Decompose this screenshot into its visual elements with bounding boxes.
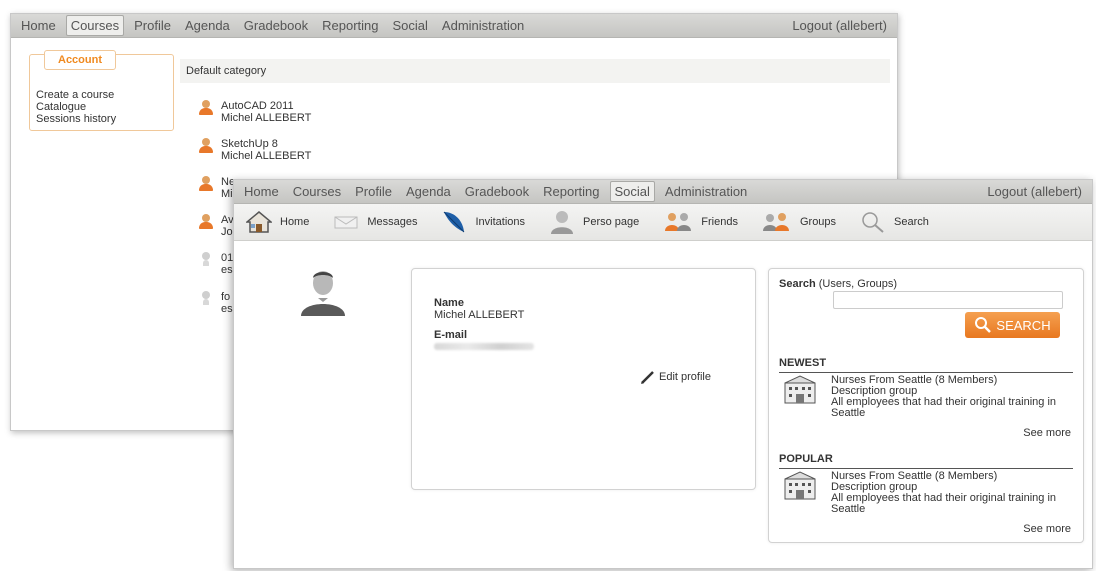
teacher-icon	[199, 100, 213, 116]
nav-administration[interactable]: Administration	[661, 182, 751, 201]
email-value	[434, 341, 534, 353]
popular-group[interactable]: Nurses From Seattle (8 Members) Descript…	[781, 471, 1061, 515]
name-label: Name	[434, 297, 464, 309]
search-input[interactable]	[833, 291, 1063, 309]
nav-gradebook[interactable]: Gradebook	[240, 16, 312, 35]
profile-avatar	[299, 268, 347, 321]
course-item[interactable]: Av Jo	[199, 214, 234, 238]
building-group-icon	[784, 471, 816, 500]
create-course-link[interactable]: Create a course	[36, 89, 116, 101]
avatar-icon	[301, 271, 345, 316]
course-name[interactable]: fo	[221, 291, 233, 303]
toolbar-home[interactable]: Home	[246, 210, 309, 234]
course-name[interactable]: Av	[221, 214, 234, 226]
search-button-label: SEARCH	[996, 317, 1051, 333]
nav-home[interactable]: Home	[17, 16, 60, 35]
magnifier-icon	[975, 317, 992, 333]
logout-link[interactable]: Logout (allebert)	[987, 184, 1082, 199]
top-nav: Home Courses Profile Agenda Gradebook Re…	[234, 180, 1092, 204]
social-toolbar: Home Messages Invitations Perso page Fri…	[234, 204, 1092, 241]
course-name[interactable]: AutoCAD 2011	[221, 100, 311, 112]
toolbar-home-label: Home	[280, 216, 310, 228]
teacher-icon	[199, 291, 213, 307]
logout-link[interactable]: Logout (allebert)	[792, 18, 887, 33]
toolbar-invitations[interactable]: Invitations	[441, 209, 525, 235]
course-item[interactable]: 01 es	[199, 252, 233, 276]
toolbar-messages[interactable]: Messages	[333, 214, 417, 230]
toolbar-perso-page-label: Perso page	[583, 216, 640, 228]
toolbar-friends-label: Friends	[701, 216, 738, 228]
social-window: Home Courses Profile Agenda Gradebook Re…	[233, 179, 1093, 569]
account-links: Create a course Catalogue Sessions histo…	[36, 89, 116, 125]
nav-reporting[interactable]: Reporting	[539, 182, 603, 201]
newest-title: NEWEST	[779, 357, 1073, 373]
pencil-icon	[641, 371, 654, 384]
nav-gradebook[interactable]: Gradebook	[461, 182, 533, 201]
nav-social[interactable]: Social	[609, 181, 655, 202]
search-panel: Search (Users, Groups) SEARCH NEWEST Nur…	[768, 268, 1084, 543]
toolbar-groups-label: Groups	[799, 216, 837, 228]
course-item[interactable]: Ne Mi	[199, 176, 235, 200]
email-label: E-mail	[434, 329, 468, 341]
nav-courses[interactable]: Courses	[65, 15, 125, 36]
course-item[interactable]: fo es	[199, 291, 233, 315]
search-label: Search (Users, Groups)	[779, 278, 897, 290]
course-name[interactable]: SketchUp 8	[221, 138, 311, 150]
toolbar-search[interactable]: Search	[860, 210, 929, 234]
course-teacher: es	[221, 303, 233, 315]
newest-see-more[interactable]: See more	[1023, 427, 1071, 439]
group-detail: All employees that had their original tr…	[831, 492, 1057, 515]
toolbar-friends[interactable]: Friends	[663, 211, 738, 233]
envelope-icon	[334, 216, 358, 229]
edit-profile-link[interactable]: Edit profile	[640, 369, 711, 385]
account-panel: Account Create a course Catalogue Sessio…	[29, 50, 174, 131]
teacher-icon	[199, 176, 213, 192]
toolbar-groups[interactable]: Groups	[762, 211, 836, 233]
top-nav: Home Courses Profile Agenda Gradebook Re…	[11, 14, 897, 38]
person-icon	[551, 211, 574, 234]
account-tab[interactable]: Account	[44, 50, 116, 70]
nav-profile[interactable]: Profile	[130, 16, 175, 35]
course-name[interactable]: 01	[221, 252, 233, 264]
feather-icon	[444, 211, 465, 233]
edit-profile-label: Edit profile	[659, 371, 711, 383]
newest-group[interactable]: Nurses From Seattle (8 Members) Descript…	[781, 375, 1061, 419]
course-teacher: Michel ALLEBERT	[221, 150, 312, 162]
name-value: Michel ALLEBERT	[434, 309, 525, 321]
nav-agenda[interactable]: Agenda	[181, 16, 234, 35]
course-teacher: es	[221, 264, 233, 276]
teacher-icon	[199, 214, 213, 230]
course-teacher: Michel ALLEBERT	[221, 112, 312, 124]
popular-see-more[interactable]: See more	[1023, 523, 1071, 535]
nav-courses[interactable]: Courses	[289, 182, 345, 201]
magnifier-icon	[862, 212, 884, 233]
nav-home[interactable]: Home	[240, 182, 283, 201]
toolbar-messages-label: Messages	[367, 216, 418, 228]
nav-reporting[interactable]: Reporting	[318, 16, 382, 35]
nav-profile[interactable]: Profile	[351, 182, 396, 201]
toolbar-invitations-label: Invitations	[475, 216, 526, 228]
category-header: Default category	[180, 59, 890, 83]
teacher-icon	[199, 252, 213, 268]
nav-social[interactable]: Social	[389, 16, 432, 35]
toolbar-perso-page[interactable]: Perso page	[549, 209, 639, 235]
building-group-icon	[784, 375, 816, 404]
course-item[interactable]: SketchUp 8 Michel ALLEBERT	[199, 138, 311, 162]
nav-administration[interactable]: Administration	[438, 16, 528, 35]
catalogue-link[interactable]: Catalogue	[36, 101, 116, 113]
house-icon	[246, 211, 272, 233]
course-teacher: Jo	[221, 226, 233, 238]
group-detail: All employees that had their original tr…	[831, 396, 1057, 419]
friends-icon	[665, 213, 692, 231]
search-button[interactable]: SEARCH	[965, 312, 1060, 338]
course-item[interactable]: AutoCAD 2011 Michel ALLEBERT	[199, 100, 311, 124]
sessions-history-link[interactable]: Sessions history	[36, 113, 116, 125]
popular-title: POPULAR	[779, 453, 1073, 469]
profile-panel: Name Michel ALLEBERT E-mail Edit profile	[411, 268, 756, 490]
toolbar-search-label: Search	[894, 216, 929, 228]
groups-icon	[762, 213, 789, 231]
nav-agenda[interactable]: Agenda	[402, 182, 455, 201]
teacher-icon	[199, 138, 213, 154]
